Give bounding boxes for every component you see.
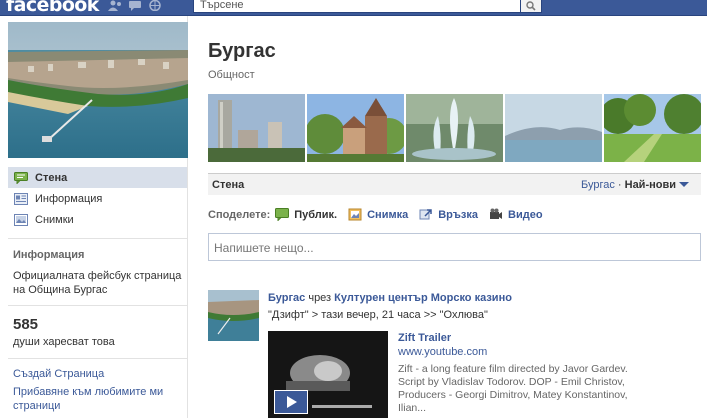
video-camera-icon	[489, 208, 503, 221]
video-thumbnail[interactable]	[268, 331, 388, 418]
wall-header: Стена Бургас · Най-нови	[208, 173, 701, 195]
profile-picture[interactable]	[8, 22, 188, 158]
status-composer-input[interactable]: Напишете нещо...	[208, 233, 701, 261]
wall-filter-name[interactable]: Бургас	[581, 179, 615, 191]
notifications-globe-icon[interactable]	[148, 0, 163, 12]
create-page-link[interactable]: Създай Страница	[13, 368, 104, 380]
photo-thumbnail[interactable]	[406, 94, 503, 162]
post-via-page-link[interactable]: Културен център Морско казино	[334, 292, 512, 304]
play-icon	[287, 396, 297, 408]
photo-thumbnail[interactable]	[307, 94, 404, 162]
info-icon	[14, 192, 28, 205]
search-button[interactable]	[520, 0, 542, 13]
share-option-label: Видео	[508, 208, 543, 221]
post-author-link[interactable]: Бургас	[268, 292, 305, 304]
wall-filter-mode[interactable]: Най-нови	[625, 179, 676, 191]
share-bar: Споделете: Публик. Снимка Връзка Видео	[208, 208, 554, 221]
attachment-description: Zift - a long feature film directed by J…	[398, 363, 628, 414]
search-icon	[526, 1, 536, 11]
likes-count: 585	[13, 316, 39, 333]
facebook-logo[interactable]: facebook	[6, 0, 99, 16]
share-link-option[interactable]: Връзка	[419, 208, 478, 221]
attachment-title-link[interactable]: Zift Trailer	[398, 332, 451, 344]
sidebar-item-wall[interactable]: Стена	[8, 167, 187, 188]
divider	[8, 305, 187, 306]
likes-label: души харесват това	[13, 336, 115, 348]
sidebar-nav: Стена Информация Снимки	[8, 167, 187, 230]
wall-icon	[14, 171, 28, 184]
share-label: Споделете:	[208, 208, 271, 221]
sidebar-item-label: Стена	[35, 171, 68, 184]
play-button[interactable]	[274, 390, 308, 414]
info-description: Официалната фейсбук страница на Община Б…	[13, 270, 182, 296]
top-bar: facebook Търсене	[0, 0, 707, 16]
messages-icon[interactable]	[128, 0, 143, 11]
page-category: Общност	[208, 69, 255, 81]
photo-strip	[208, 94, 701, 162]
sidebar-item-info[interactable]: Информация	[8, 188, 187, 209]
chevron-down-icon[interactable]	[679, 182, 689, 187]
link-icon	[419, 208, 433, 221]
page-title: Бургас	[208, 40, 276, 62]
share-photo-option[interactable]: Снимка	[348, 208, 408, 221]
status-icon	[275, 208, 290, 221]
post-author-avatar[interactable]	[208, 290, 259, 341]
post-message: "Дзифт" > тази вечер, 21 часа >> "Охлюва…	[268, 309, 488, 321]
post-header: Бургас чрез Културен център Морско казин…	[268, 292, 512, 304]
sidebar-item-label: Снимки	[35, 213, 74, 226]
notification-jewels	[108, 0, 163, 14]
share-status-option[interactable]: Публик.	[275, 208, 337, 221]
wall-filter-dropdown[interactable]: Бургас · Най-нови	[581, 179, 689, 191]
sidebar-item-photos[interactable]: Снимки	[8, 209, 187, 230]
friend-requests-icon[interactable]	[108, 0, 123, 11]
add-to-favorites-link[interactable]: Прибавяне към любимите ми страници	[13, 385, 183, 413]
search-input[interactable]: Търсене	[193, 0, 521, 13]
filter-separator: ·	[614, 179, 625, 191]
divider	[8, 238, 187, 239]
via-text: чрез	[305, 292, 335, 304]
photos-icon	[14, 213, 28, 226]
photo-thumbnail[interactable]	[604, 94, 701, 162]
share-option-label: Връзка	[438, 208, 479, 221]
share-video-option[interactable]: Видео	[489, 208, 543, 221]
photo-icon	[348, 208, 362, 221]
wall-title: Стена	[212, 179, 245, 191]
sidebar-item-label: Информация	[35, 192, 103, 205]
photo-thumbnail[interactable]	[208, 94, 305, 162]
share-option-label: Публик.	[294, 208, 338, 221]
divider	[8, 358, 187, 359]
share-option-label: Снимка	[367, 208, 409, 221]
photo-thumbnail[interactable]	[505, 94, 602, 162]
attachment-domain: www.youtube.com	[398, 346, 488, 358]
info-heading: Информация	[13, 249, 85, 261]
